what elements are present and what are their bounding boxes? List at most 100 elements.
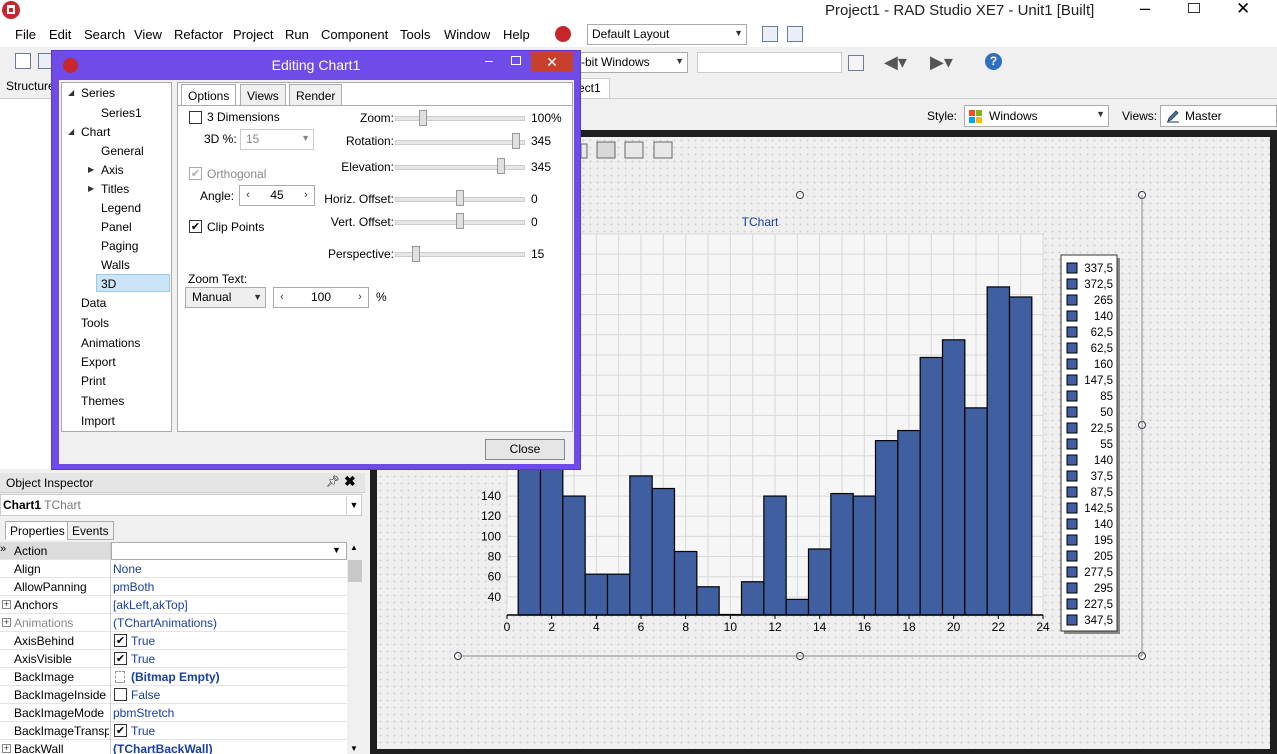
property-row[interactable]: AllowPanning pmBoth	[0, 578, 347, 596]
property-row[interactable]: BackImageTransp ✔ True	[0, 722, 347, 740]
checkbox-checked[interactable]: ✔	[114, 634, 127, 647]
tree-item-legend[interactable]: Legend	[101, 201, 141, 215]
expand-icon[interactable]: +	[2, 744, 11, 753]
tree-item-3d[interactable]: 3D	[101, 277, 116, 291]
tree-item-export[interactable]: Export	[81, 355, 116, 369]
tab-events[interactable]: Events	[67, 521, 114, 540]
rad-studio-logo-icon[interactable]	[2, 1, 20, 19]
tab-properties[interactable]: Properties	[5, 521, 70, 540]
scrollbar-thumb[interactable]	[348, 560, 362, 582]
tree-expand-icon[interactable]: ▶	[88, 165, 94, 174]
elevation-slider[interactable]	[395, 165, 525, 170]
property-value[interactable]: pmBoth	[113, 580, 154, 594]
tree-item-animations[interactable]: Animations	[81, 336, 140, 350]
dialog-minimize-button[interactable]: –	[485, 52, 493, 68]
menu-file[interactable]: File	[15, 27, 36, 42]
property-row[interactable]: BackImageInside False	[0, 686, 347, 704]
style-select[interactable]: Windows ▼	[964, 105, 1109, 127]
dialog-maximize-button[interactable]	[511, 56, 521, 65]
save-icon[interactable]	[653, 141, 673, 159]
elevation-slider-thumb[interactable]	[497, 158, 505, 174]
pin-icon[interactable]: 📌︎	[326, 475, 340, 488]
perspective-slider-thumb[interactable]	[412, 246, 420, 262]
property-row[interactable]: BackImageMode pbmStretch	[0, 704, 347, 722]
property-value[interactable]: (TChartBackWall)	[113, 742, 213, 754]
menu-run[interactable]: Run	[285, 27, 309, 42]
tree-expand-icon[interactable]: ▶	[88, 184, 94, 193]
3-dimensions-checkbox[interactable]	[189, 111, 202, 124]
copy-icon[interactable]	[624, 141, 644, 159]
property-value[interactable]: pbmStretch	[113, 706, 174, 720]
menu-view[interactable]: View	[134, 27, 162, 42]
dialog-close-button[interactable]: ✕	[531, 52, 573, 72]
tab-render[interactable]: Render	[289, 84, 343, 106]
increment-icon[interactable]: ›	[352, 288, 368, 307]
scroll-down-icon[interactable]: ▼	[350, 744, 358, 753]
minimize-button[interactable]: –	[1140, 0, 1150, 19]
property-row[interactable]: + Animations (TChartAnimations)	[0, 614, 347, 632]
property-row[interactable]: + BackWall (TChartBackWall)	[0, 740, 347, 754]
menu-search[interactable]: Search	[84, 27, 125, 42]
zoom-slider-thumb[interactable]	[419, 110, 427, 126]
refresh-icon[interactable]	[848, 55, 864, 71]
menu-tools[interactable]: Tools	[400, 27, 430, 42]
expand-icon[interactable]: +	[2, 618, 11, 627]
property-value[interactable]: (Bitmap Empty)	[131, 670, 220, 684]
zoom-slider[interactable]	[395, 116, 525, 121]
save-desktop-icon[interactable]	[762, 26, 778, 42]
property-value[interactable]: (TChartAnimations)	[113, 616, 217, 630]
property-row-action[interactable]: » Action ▼	[0, 542, 347, 560]
tree-item-print[interactable]: Print	[81, 374, 106, 388]
menu-component[interactable]: Component	[321, 27, 388, 42]
close-button[interactable]: Close	[485, 439, 565, 460]
tree-item-titles[interactable]: Titles	[101, 182, 129, 196]
menu-project[interactable]: Project	[233, 27, 273, 42]
property-row[interactable]: + Anchors [akLeft,akTop]	[0, 596, 347, 614]
clipboard-icon[interactable]	[580, 143, 588, 159]
property-row[interactable]: Align None	[0, 560, 347, 578]
orthogonal-checkbox[interactable]: ✔	[189, 167, 202, 180]
build-config-select[interactable]	[697, 52, 842, 73]
menu-edit[interactable]: Edit	[49, 27, 71, 42]
property-row[interactable]: AxisBehind ✔ True	[0, 632, 347, 650]
property-row[interactable]: BackImage (Bitmap Empty)	[0, 668, 347, 686]
tree-item-paging[interactable]: Paging	[101, 239, 138, 253]
tree-item-panel[interactable]: Panel	[101, 220, 132, 234]
tree-collapse-icon[interactable]: ◢	[68, 127, 74, 136]
horiz-offset-slider-thumb[interactable]	[456, 190, 464, 206]
tree-item-chart[interactable]: Chart	[81, 125, 110, 139]
target-platform-select[interactable]: -bit Windows ▼	[576, 52, 688, 73]
decrement-icon[interactable]: ‹	[274, 288, 290, 307]
tab-views[interactable]: Views	[240, 84, 286, 106]
tree-item-data[interactable]: Data	[81, 296, 106, 310]
tree-item-axis[interactable]: Axis	[101, 163, 124, 177]
scroll-up-icon[interactable]: ▲	[350, 543, 358, 552]
object-selector[interactable]: Chart1 TChart	[0, 494, 362, 516]
tree-item-walls[interactable]: Walls	[101, 258, 130, 272]
rotation-slider[interactable]	[395, 140, 525, 145]
tree-collapse-icon[interactable]: ◢	[68, 88, 74, 97]
tree-item-series[interactable]: Series	[81, 86, 115, 100]
print-icon[interactable]	[596, 141, 616, 159]
zoom-text-spinner[interactable]: ‹ 100 ›	[273, 287, 369, 308]
resize-handle[interactable]	[796, 191, 804, 199]
action-combo[interactable]	[111, 542, 347, 560]
decrement-icon[interactable]: ‹	[240, 186, 256, 205]
tree-item-series1[interactable]: Series1	[101, 106, 142, 120]
tree-item-general[interactable]: General	[101, 144, 144, 158]
tree-item-themes[interactable]: Themes	[81, 394, 124, 408]
zoom-text-mode-select[interactable]: Manual ▼	[185, 287, 266, 308]
clip-points-checkbox[interactable]: ✔	[189, 220, 202, 233]
set-debug-desktop-icon[interactable]	[787, 26, 803, 42]
checkbox-unchecked[interactable]	[114, 688, 127, 701]
checkbox-checked[interactable]: ✔	[114, 724, 127, 737]
menu-help[interactable]: Help	[503, 27, 530, 42]
expand-icon[interactable]: +	[2, 600, 11, 609]
tab-options[interactable]: Options	[181, 84, 237, 106]
chevron-down-icon[interactable]: ▼	[346, 496, 361, 514]
help-icon[interactable]: ?	[985, 53, 1002, 70]
property-value[interactable]: None	[113, 562, 142, 576]
menu-window[interactable]: Window	[444, 27, 490, 42]
close-icon[interactable]: ✖	[344, 473, 356, 490]
menu-refactor[interactable]: Refactor	[174, 27, 223, 42]
